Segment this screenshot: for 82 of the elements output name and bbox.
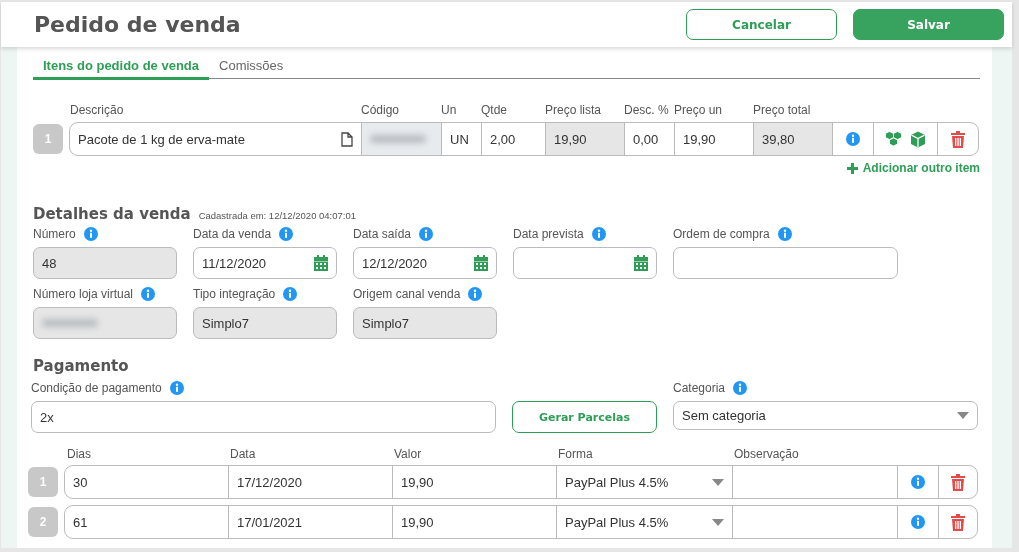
calendar-icon[interactable] (314, 255, 328, 271)
field-label: Origem canal venda (353, 287, 461, 301)
caret-icon (712, 478, 724, 486)
info-icon[interactable] (283, 287, 298, 301)
field-label: Data da venda (193, 227, 272, 241)
info-icon[interactable] (279, 227, 294, 241)
column-header: Preço total (752, 103, 812, 117)
field-label: Ordem de compra (673, 227, 770, 241)
unit-price-value: 19,90 (683, 131, 716, 147)
document-icon[interactable] (341, 131, 353, 147)
page-title: Pedido de venda (34, 12, 242, 37)
trash-icon[interactable] (951, 513, 965, 531)
info-icon[interactable] (591, 227, 606, 241)
section-title: Detalhes da venda (33, 205, 191, 223)
text-field[interactable]: Simplo7 (193, 307, 337, 339)
payment-method-dropdown[interactable]: PayPal Plus 4.5% (556, 466, 732, 498)
field-label: Categoria (673, 381, 726, 395)
info-icon[interactable] (911, 515, 925, 529)
text-field[interactable]: Simplo7 (353, 307, 497, 339)
column-header: Código (360, 103, 401, 117)
days-value: 61 (73, 514, 88, 530)
info-icon[interactable] (169, 381, 184, 395)
field-label: Número loja virtual (33, 287, 134, 301)
discount-value: 0,00 (633, 131, 659, 147)
caret-icon (712, 518, 724, 526)
column-header: Data (229, 447, 257, 461)
column-header: Descrição (69, 103, 125, 117)
registered-date: Cadastrada em: 12/12/2020 04:07:01 (198, 210, 357, 221)
info-icon[interactable] (468, 287, 483, 301)
column-header: Forma (557, 447, 594, 461)
column-header: Dias (66, 447, 92, 461)
description-value: Pacote de 1 kg de erva-mate (78, 131, 245, 147)
text-field[interactable]: 2x (31, 401, 496, 433)
tab[interactable]: Comissões (209, 58, 294, 80)
date-value: 17/12/2020 (237, 474, 303, 490)
column-header: Preço lista (544, 103, 603, 117)
trash-icon[interactable] (951, 473, 965, 491)
add-item-link[interactable]: Adicionar outro item (846, 161, 980, 175)
calendar-icon[interactable] (474, 255, 488, 271)
field-label: Número (33, 227, 76, 241)
text-field[interactable] (673, 247, 898, 279)
payment-method-dropdown[interactable]: PayPal Plus 4.5% (556, 506, 732, 538)
column-header: Valor (393, 447, 423, 461)
redacted-text (370, 135, 426, 143)
quantity-value: 2,00 (490, 131, 516, 147)
column-header: Qtde (480, 103, 508, 117)
cubes-icon[interactable] (885, 131, 902, 147)
list-price-value: 19,90 (554, 131, 587, 147)
text-field[interactable]: 48 (33, 247, 177, 279)
info-icon[interactable] (141, 287, 156, 301)
date-field[interactable]: 11/12/2020 (193, 247, 337, 279)
info-icon[interactable] (83, 227, 98, 241)
date-value: 17/01/2021 (237, 514, 303, 530)
column-header: Preço un (673, 103, 724, 117)
field-label: Data prevista (513, 227, 584, 241)
text-field[interactable] (33, 307, 177, 339)
field-label: Condição de pagamento (31, 381, 162, 395)
column-header: Desc. % (623, 103, 670, 117)
amount-value: 19,90 (401, 514, 434, 530)
unit-value: UN (450, 131, 469, 147)
redacted-text (42, 319, 98, 327)
trash-icon[interactable] (951, 130, 965, 148)
plus-icon (846, 162, 858, 174)
column-header: Observação (733, 447, 800, 461)
total-price-value: 39,80 (762, 131, 795, 147)
info-icon[interactable] (911, 475, 925, 489)
cube-icon[interactable] (910, 130, 926, 148)
date-field[interactable]: 12/12/2020 (353, 247, 497, 279)
field-label: Tipo integração (193, 287, 276, 301)
date-field[interactable] (513, 247, 657, 279)
calendar-icon[interactable] (634, 255, 648, 271)
info-icon[interactable] (846, 132, 860, 146)
category-dropdown[interactable]: Sem categoria (673, 401, 978, 430)
caret-icon (957, 412, 969, 419)
info-icon[interactable] (419, 227, 434, 241)
info-icon[interactable] (777, 227, 792, 241)
info-icon[interactable] (733, 381, 748, 395)
section-title: Pagamento (33, 357, 130, 375)
field-label: Data saída (353, 227, 412, 241)
days-value: 30 (73, 474, 88, 490)
column-header: Un (440, 103, 458, 117)
amount-value: 19,90 (401, 474, 434, 490)
